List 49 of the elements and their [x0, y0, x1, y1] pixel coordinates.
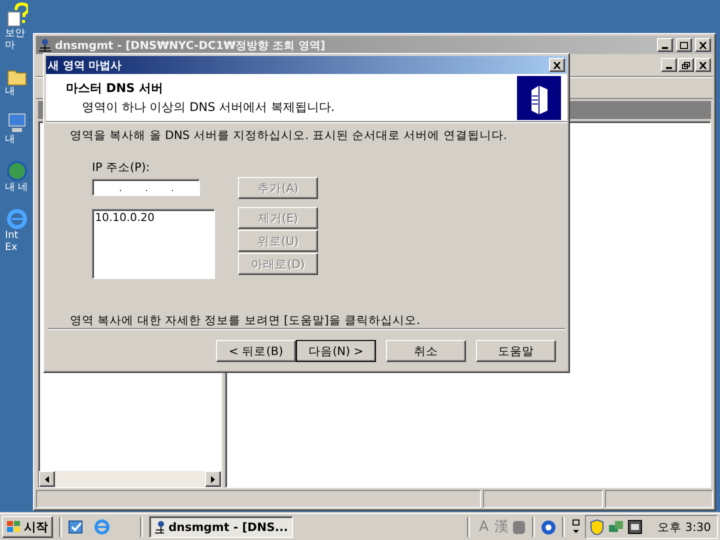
icon-label: Ex — [4, 242, 18, 254]
icon-label: 내 — [4, 134, 15, 146]
page-subtitle: 영역이 하나 이상의 DNS 서버에서 복제됩니다. — [81, 98, 335, 116]
wizard-button[interactable]: < 뒤로(B) — [216, 340, 296, 362]
icon-label: 내 네 — [4, 182, 28, 194]
desktop-shortcut-icon[interactable] — [68, 519, 84, 535]
dialog-title: 새 영역 마법사 — [48, 58, 123, 72]
start-button[interactable]: 시작 — [2, 516, 53, 538]
icon-label: 보안 — [4, 28, 25, 40]
help-icon — [6, 2, 28, 28]
minimize-button[interactable] — [657, 38, 673, 52]
window-title: dnsmgmt - [DNS₩NYC-DC1₩정방향 조회 영역] — [55, 38, 326, 52]
computer-icon — [6, 112, 28, 134]
maximize-icon — [680, 42, 688, 48]
restore-button[interactable] — [678, 58, 694, 72]
icon-label: 마 — [4, 40, 15, 52]
globe-icon — [6, 160, 28, 182]
ip-address-label: IP 주소(P): — [92, 160, 151, 175]
icon-label: 내 — [4, 86, 15, 98]
instruction-text: 영역을 복사해 올 DNS 서버를 지정하십시오. 표시된 순서대로 서버에 연결됩니다. — [70, 128, 508, 143]
close-icon — [553, 62, 561, 68]
shield-icon[interactable] — [590, 519, 604, 535]
network-icon — [154, 520, 164, 534]
icon-label: Int — [4, 230, 18, 242]
clock: 오후 3:30 — [658, 520, 711, 534]
scroll-right-button[interactable] — [205, 471, 221, 487]
close-icon — [699, 42, 707, 48]
right-arrow-icon — [211, 476, 215, 482]
wizard-button[interactable]: 다음(N) > — [296, 340, 376, 362]
help-text: 영역 복사에 대한 자세한 정보를 보려면 [도움말]을 클릭하십시오. — [70, 313, 422, 328]
list-item[interactable]: 10.10.0.20 — [95, 211, 212, 224]
wizard-button[interactable]: 도움말 — [476, 340, 556, 362]
close-button[interactable] — [549, 58, 565, 72]
minimize-button[interactable] — [661, 58, 677, 72]
network-icon — [38, 38, 52, 52]
page-title: 마스터 DNS 서버 — [66, 80, 164, 96]
maximize-button[interactable] — [676, 38, 692, 52]
windows-logo-icon — [7, 521, 21, 533]
help-icon[interactable] — [540, 520, 556, 534]
left-arrow-icon — [45, 476, 49, 482]
scroll-left-button[interactable] — [39, 471, 55, 487]
ip-address-field[interactable] — [92, 179, 200, 196]
wizard-button[interactable]: 취소 — [386, 340, 466, 362]
close-icon — [699, 62, 707, 68]
close-button[interactable] — [695, 58, 711, 72]
taskbar-button[interactable]: dnsmgmt - [DNS... — [149, 516, 293, 538]
browser-icon — [6, 208, 28, 230]
close-button[interactable] — [695, 38, 711, 52]
restore-icon — [682, 62, 690, 68]
